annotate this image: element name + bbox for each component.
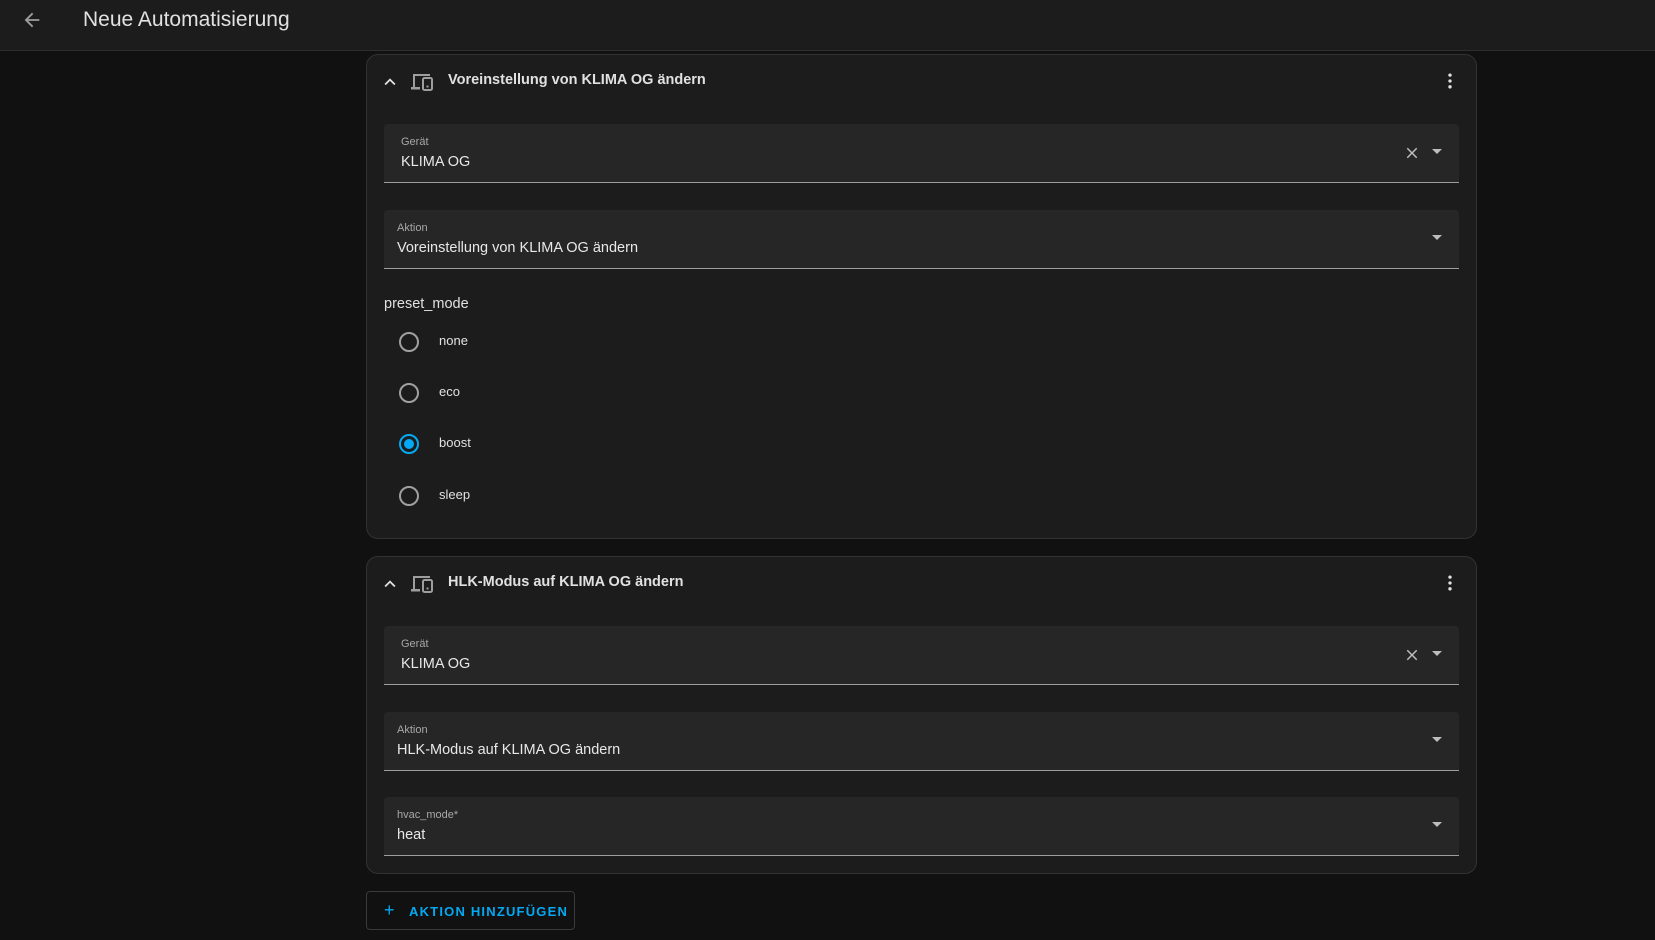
card-header: Voreinstellung von KLIMA OG ändern [367,55,1476,107]
add-action-label: AKTION HINZUFÜGEN [409,904,569,919]
device-field-label: Gerät [401,638,429,650]
dots-vertical-icon [1448,575,1452,591]
card-title: Voreinstellung von KLIMA OG ändern [448,72,706,88]
dropdown-arrow-icon[interactable] [1431,148,1443,156]
action-card-preset: Voreinstellung von KLIMA OG ändern Gerät… [366,54,1477,539]
page-title: Neue Automatisierung [83,8,290,31]
card-title: HLK-Modus auf KLIMA OG ändern [448,574,684,590]
radio-label: boost [439,435,471,450]
radio-label: none [439,333,468,348]
radio-option-none[interactable]: none [399,332,599,358]
action-card-hvac: HLK-Modus auf KLIMA OG ändern Gerät KLIM… [366,556,1477,874]
close-icon[interactable] [1403,144,1421,162]
add-action-button[interactable]: + AKTION HINZUFÜGEN [366,891,575,930]
dropdown-arrow-icon[interactable] [1431,650,1443,658]
radio-option-boost[interactable]: boost [399,434,599,460]
action-field[interactable]: Aktion Voreinstellung von KLIMA OG änder… [384,210,1459,269]
action-field-value: HLK-Modus auf KLIMA OG ändern [397,742,621,758]
collapse-button[interactable] [379,573,401,595]
hvac-mode-select[interactable]: hvac_mode* heat [384,797,1459,856]
radio-option-sleep[interactable]: sleep [399,486,599,512]
overflow-menu-button[interactable] [1438,571,1462,595]
device-field[interactable]: Gerät KLIMA OG [384,626,1459,685]
dropdown-arrow-icon[interactable] [1431,234,1443,242]
action-field[interactable]: Aktion HLK-Modus auf KLIMA OG ändern [384,712,1459,771]
back-button[interactable] [18,6,46,34]
radio-label: sleep [439,487,471,502]
devices-icon [411,576,433,593]
radio-button[interactable] [399,486,419,506]
radio-button-selected[interactable] [399,434,419,454]
arrow-left-icon [24,12,40,28]
preset-mode-label: preset_mode [384,296,469,312]
device-field-value: KLIMA OG [401,154,471,170]
hvac-mode-label: hvac_mode* [397,809,459,821]
device-field-value: KLIMA OG [401,656,471,672]
card-header: HLK-Modus auf KLIMA OG ändern [367,557,1476,609]
dots-vertical-icon [1448,73,1452,89]
collapse-button[interactable] [379,71,401,93]
action-field-value: Voreinstellung von KLIMA OG ändern [397,240,639,256]
top-app-bar: Neue Automatisierung [0,0,1655,51]
hvac-mode-value: heat [397,827,426,843]
dropdown-arrow-icon[interactable] [1431,821,1443,829]
radio-option-eco[interactable]: eco [399,383,599,409]
chevron-up-icon [384,580,396,588]
action-field-label: Aktion [397,222,428,234]
overflow-menu-button[interactable] [1438,69,1462,93]
close-icon[interactable] [1403,646,1421,664]
dropdown-arrow-icon[interactable] [1431,736,1443,744]
radio-button[interactable] [399,383,419,403]
chevron-up-icon [384,78,396,86]
action-field-label: Aktion [397,724,428,736]
radio-label: eco [439,384,460,399]
plus-icon: + [384,900,395,920]
devices-icon [411,74,433,91]
device-field[interactable]: Gerät KLIMA OG [384,124,1459,183]
device-field-label: Gerät [401,136,429,148]
radio-button[interactable] [399,332,419,352]
